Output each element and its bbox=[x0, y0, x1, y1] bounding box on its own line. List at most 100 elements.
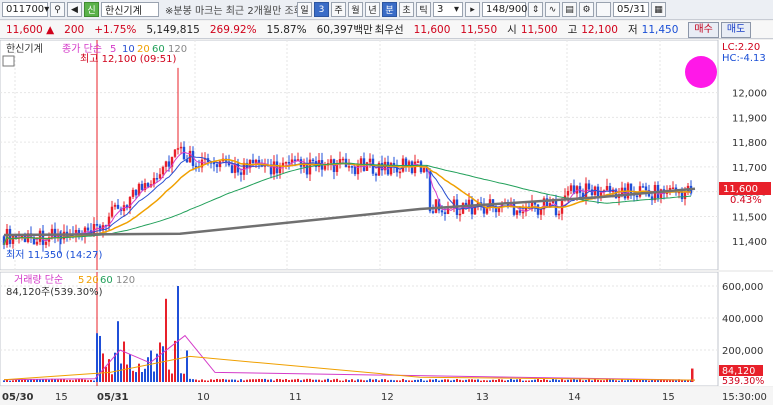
prev-page-button[interactable]: ▸ bbox=[465, 2, 480, 17]
volume-bar bbox=[474, 379, 476, 382]
alert-marker-icon[interactable] bbox=[685, 56, 717, 88]
volume-bar bbox=[603, 380, 605, 382]
price-tick-label: 11,700 bbox=[732, 163, 767, 174]
candle-body bbox=[215, 164, 219, 168]
volume-bar bbox=[588, 379, 590, 382]
period-count-button[interactable]: 3 bbox=[314, 2, 329, 17]
high-label: 고 bbox=[567, 24, 578, 36]
volume-chart-panel[interactable]: 600,000 400,000 200,000 거래량 단순 5 20 60 120… bbox=[0, 271, 773, 387]
volume-bar bbox=[168, 369, 170, 382]
volume-bar bbox=[141, 372, 143, 382]
volume-bar bbox=[555, 379, 557, 382]
period-minute-button[interactable]: 분 bbox=[382, 2, 397, 17]
volume-bar bbox=[306, 378, 308, 382]
time-axis-label: 11 bbox=[289, 392, 302, 403]
period-second-button[interactable]: 초 bbox=[399, 2, 414, 17]
price-panel-title: 한신기계 bbox=[6, 43, 43, 55]
volume-bar bbox=[600, 380, 602, 382]
volume-bar bbox=[99, 335, 101, 382]
volume-panel-title: 거래량 단순 bbox=[14, 274, 63, 286]
candle-body bbox=[416, 161, 420, 163]
volume-bar bbox=[255, 379, 257, 382]
volume-bar bbox=[456, 378, 458, 382]
candle-body bbox=[641, 186, 645, 188]
volume-bar bbox=[237, 380, 239, 382]
candle-body bbox=[95, 224, 99, 226]
period-day-button[interactable]: 일 bbox=[297, 2, 312, 17]
volume-bar bbox=[615, 380, 617, 382]
volume-bar bbox=[93, 380, 95, 382]
volume-bar bbox=[549, 380, 551, 382]
candle-body bbox=[536, 204, 540, 215]
candle-body bbox=[35, 241, 39, 245]
candle-body bbox=[116, 204, 120, 209]
volume-chart[interactable]: 600,000 400,000 200,000 거래량 단순 5 20 60 120… bbox=[0, 271, 773, 387]
volume-bar bbox=[3, 380, 5, 382]
volume-bar bbox=[618, 380, 620, 382]
volume-badge-rate: 539.30% bbox=[722, 376, 764, 386]
zoom-icon[interactable]: ⇕ bbox=[528, 2, 543, 17]
price-y-axis: 12,00011,90011,80011,70011,60011,50011,4… bbox=[732, 89, 767, 249]
volume-bar bbox=[207, 380, 209, 382]
volume-bar bbox=[276, 378, 278, 382]
period-month-button[interactable]: 월 bbox=[348, 2, 363, 17]
volume-bar bbox=[45, 379, 47, 382]
page-field[interactable]: 148/900 bbox=[482, 2, 528, 17]
volume-bar bbox=[312, 379, 314, 382]
volume-bar bbox=[303, 379, 305, 382]
settings-box-icon[interactable] bbox=[2, 55, 15, 67]
sell-button[interactable]: 매도 bbox=[720, 21, 752, 38]
gear-icon[interactable]: ⚙ bbox=[579, 2, 594, 17]
volume-bar bbox=[408, 380, 410, 382]
notice-text: ※분봉 마크는 최근 2개월만 조회 bbox=[165, 6, 303, 17]
volume-bar bbox=[204, 380, 206, 382]
volume-bar bbox=[126, 364, 128, 382]
save-icon[interactable]: ▤ bbox=[562, 2, 577, 17]
price-chart[interactable]: 12,000 11,900 11,800 11,700 11,600 11,500 11,4… bbox=[0, 39, 773, 271]
interval-select[interactable]: 3 ▾ bbox=[433, 2, 463, 17]
buy-button[interactable]: 매수 bbox=[688, 21, 719, 38]
volume-bar bbox=[48, 379, 50, 382]
candle-body bbox=[350, 166, 354, 168]
candle-body bbox=[521, 211, 525, 214]
stock-name: 한신기계 bbox=[105, 6, 142, 17]
volume-bar bbox=[270, 379, 272, 382]
volume-bar bbox=[390, 379, 392, 382]
best-ask: 11,550 bbox=[460, 23, 498, 36]
low-label: 저 bbox=[627, 24, 638, 36]
volume-bar bbox=[591, 380, 593, 382]
stock-name-field[interactable]: 한신기계 bbox=[101, 2, 159, 17]
volume-bar bbox=[387, 380, 389, 382]
vlegend-ma20: 20 bbox=[86, 275, 99, 286]
volume-bar bbox=[165, 298, 167, 382]
volume-bar bbox=[438, 380, 440, 382]
volume-bar bbox=[234, 379, 236, 382]
candle-body bbox=[212, 162, 216, 165]
candle-body bbox=[38, 230, 42, 242]
calendar-icon[interactable]: ▦ bbox=[651, 2, 666, 17]
candle-body bbox=[368, 158, 372, 163]
speaker-icon[interactable]: ◀ bbox=[67, 2, 82, 17]
candle-body bbox=[134, 189, 138, 196]
volume-bar bbox=[135, 372, 137, 382]
volume-bar bbox=[267, 379, 269, 382]
volume-bar bbox=[132, 370, 134, 382]
period-tick-button[interactable]: 틱 bbox=[416, 2, 431, 17]
date-checkbox[interactable] bbox=[596, 2, 611, 17]
candle-body bbox=[164, 161, 168, 167]
stock-code-input[interactable]: 011700 ▾ bbox=[2, 2, 49, 17]
search-icon[interactable]: ⚲ bbox=[50, 2, 65, 17]
volume-bar bbox=[300, 380, 302, 382]
price-chart-panel[interactable]: 12,000 11,900 11,800 11,700 11,600 11,500 11,4… bbox=[0, 39, 773, 271]
period-week-button[interactable]: 주 bbox=[331, 2, 346, 17]
tool-icon[interactable]: ∿ bbox=[545, 2, 560, 17]
date-field[interactable]: 05/31 bbox=[613, 2, 649, 17]
period-year-button[interactable]: 년 bbox=[365, 2, 380, 17]
current-price: 11,600 ▲ bbox=[6, 23, 55, 36]
volume-bar bbox=[90, 379, 92, 382]
candle-body bbox=[347, 166, 351, 168]
candle-body bbox=[635, 195, 639, 198]
volume-bar bbox=[36, 379, 38, 382]
volume-bar bbox=[645, 379, 647, 382]
candle-body bbox=[554, 200, 558, 216]
